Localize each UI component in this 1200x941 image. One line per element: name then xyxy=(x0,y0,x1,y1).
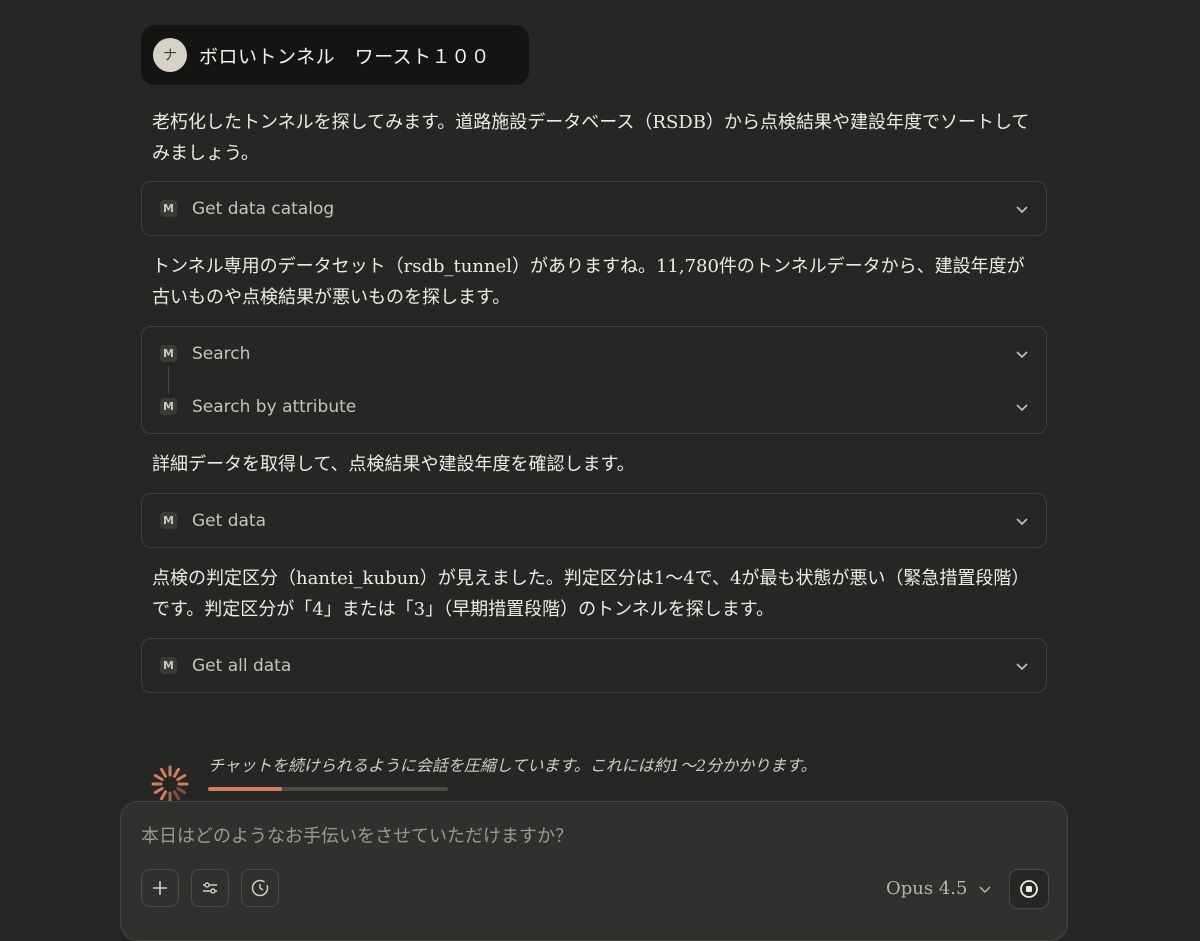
tool-call-row[interactable]: M Get data xyxy=(142,494,1046,547)
mcp-icon: M xyxy=(160,200,177,217)
chevron-down-icon[interactable] xyxy=(1014,201,1030,217)
chevron-down-icon[interactable] xyxy=(1014,346,1030,362)
plus-icon xyxy=(153,881,167,895)
tool-call-group: M Search M Search by attribute xyxy=(141,326,1047,434)
tool-call-label: Get data xyxy=(192,510,266,531)
assistant-message: 詳細データを取得して、点検結果や建設年度を確認します。 xyxy=(152,454,635,475)
assistant-message: 老朽化したトンネルを探してみます。道路施設データベース（RSDB）から点検結果や… xyxy=(152,112,1030,164)
tool-call-label: Get all data xyxy=(192,655,292,676)
tool-call-label: Search xyxy=(192,343,251,364)
message-input[interactable]: 本日はどのようなお手伝いをさせていただけますか？ xyxy=(141,822,573,848)
progress-bar xyxy=(208,787,448,791)
assistant-message: トンネル専用のデータセット（rsdb_tunnel）がありますね。11,780件… xyxy=(152,256,1025,308)
chevron-down-icon xyxy=(979,885,991,893)
tool-call-label: Search by attribute xyxy=(192,396,357,417)
tool-call-row[interactable]: M Get all data xyxy=(142,639,1046,692)
tool-call-row[interactable]: M Get data catalog xyxy=(142,182,1046,235)
spinner-icon xyxy=(151,765,189,803)
compaction-status: チャットを続けられるように会話を圧縮しています。これには約1〜2分かかります。 xyxy=(150,752,910,803)
chevron-down-icon[interactable] xyxy=(1014,658,1030,674)
mcp-icon: M xyxy=(160,398,177,415)
tool-call-row[interactable]: M Search xyxy=(142,327,1046,394)
stop-icon xyxy=(1020,880,1038,898)
avatar: ナ xyxy=(153,38,187,72)
sliders-icon xyxy=(203,882,217,894)
chevron-down-icon[interactable] xyxy=(1014,513,1030,529)
tool-call-row[interactable]: M Search by attribute xyxy=(142,380,1046,433)
user-message-text: ボロいトンネル ワースト１００ xyxy=(199,45,491,68)
mcp-icon: M xyxy=(160,345,177,362)
chevron-down-icon[interactable] xyxy=(1014,399,1030,415)
add-button[interactable] xyxy=(141,869,179,907)
model-name: Opus 4.5 xyxy=(886,878,968,899)
tool-call-card[interactable]: M Get data xyxy=(141,493,1047,548)
history-button[interactable] xyxy=(241,869,279,907)
tool-call-label: Get data catalog xyxy=(192,198,335,219)
model-selector[interactable]: Opus 4.5 xyxy=(886,878,993,899)
composer: 本日はどのようなお手伝いをさせていただけますか？ Opus 4.5 xyxy=(120,801,1068,941)
tools-settings-button[interactable] xyxy=(191,869,229,907)
progress-bar-fill xyxy=(208,787,283,791)
stop-button[interactable] xyxy=(1009,869,1049,909)
user-message: ナ ボロいトンネル ワースト１００ xyxy=(141,25,529,85)
clock-icon xyxy=(251,879,269,897)
mcp-icon: M xyxy=(160,512,177,529)
compaction-status-text: チャットを続けられるように会話を圧縮しています。これには約1〜2分かかります。 xyxy=(208,756,817,775)
mcp-icon: M xyxy=(160,657,177,674)
tool-call-card[interactable]: M Get all data xyxy=(141,638,1047,693)
tool-call-card[interactable]: M Get data catalog xyxy=(141,181,1047,236)
assistant-message: 点検の判定区分（hantei_kubun）が見えました。判定区分は1〜4で、4が… xyxy=(152,568,1030,620)
